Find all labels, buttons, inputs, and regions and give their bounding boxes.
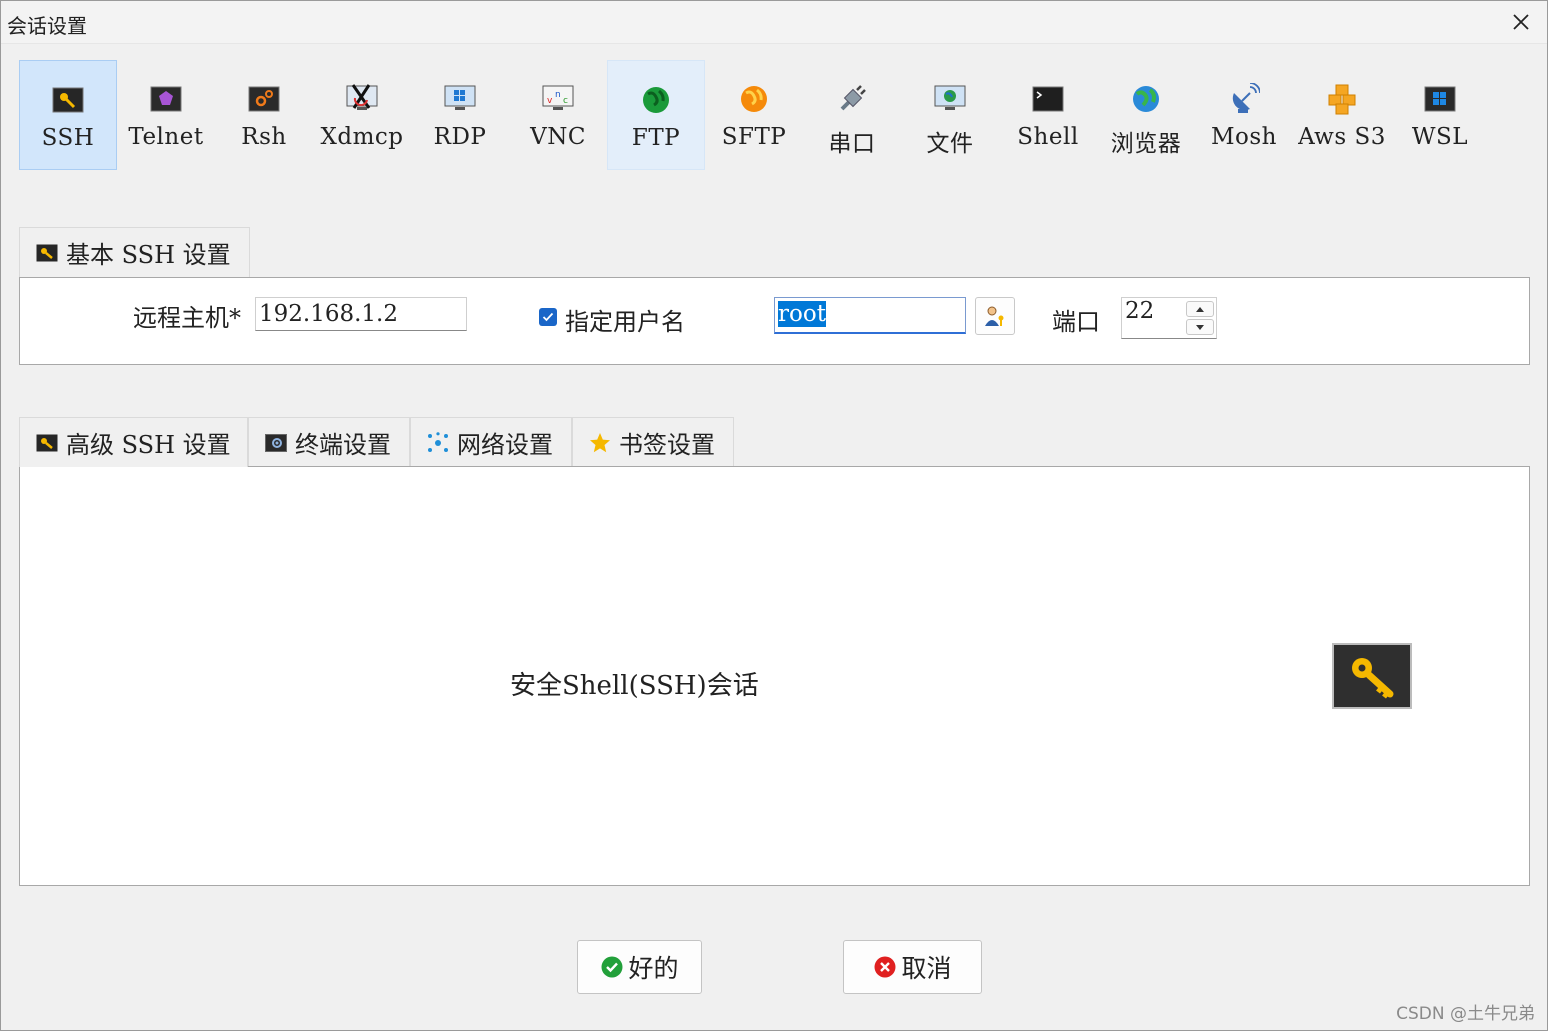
- session-type-label: Mosh: [1210, 124, 1277, 150]
- mosh-satellite-icon: [1227, 82, 1261, 116]
- telnet-icon: [149, 82, 183, 116]
- session-type-ssh[interactable]: SSH: [19, 60, 117, 170]
- session-type-serial[interactable]: 串口: [803, 60, 901, 170]
- window-title: 会话设置: [7, 14, 87, 38]
- specify-username-label: 指定用户名: [565, 308, 685, 336]
- cancel-button-label: 取消: [901, 954, 952, 983]
- session-type-label: 文件: [926, 131, 974, 157]
- basic-settings-panel: 远程主机* 指定用户名 root 端口 22: [19, 277, 1530, 365]
- file-monitor-icon: [933, 82, 967, 116]
- tab-network-settings[interactable]: 网络设置: [410, 417, 572, 467]
- session-type-vnc[interactable]: vnc VNC: [509, 60, 607, 170]
- tab-label: 网络设置: [457, 431, 553, 459]
- ftp-globe-icon: [639, 83, 673, 117]
- session-type-browser[interactable]: 浏览器: [1097, 60, 1195, 170]
- tab-terminal-settings[interactable]: 终端设置: [248, 417, 410, 467]
- close-button[interactable]: [1503, 5, 1539, 39]
- session-settings-dialog: 会话设置 SSH Telnet Rsh Xdmcp RDP v n c VNC …: [0, 0, 1548, 1031]
- tab-label: 终端设置: [295, 431, 391, 459]
- tab-advanced-ssh-settings[interactable]: 高级 SSH 设置: [19, 417, 248, 467]
- cancel-circle-icon: [873, 955, 897, 979]
- session-type-label: Xdmcp: [320, 124, 404, 150]
- session-type-sftp[interactable]: SFTP: [705, 60, 803, 170]
- tab-label: 书签设置: [619, 431, 715, 459]
- check-circle-icon: [600, 955, 624, 979]
- remote-host-input[interactable]: [255, 297, 467, 331]
- session-type-file[interactable]: 文件: [901, 60, 999, 170]
- ssh-key-icon: [36, 432, 58, 454]
- session-type-label: RDP: [433, 124, 487, 150]
- chevron-down-icon: [1196, 324, 1204, 330]
- svg-text:c: c: [563, 96, 568, 106]
- shell-terminal-icon: [1031, 82, 1065, 116]
- session-type-label: Rsh: [241, 124, 287, 150]
- advanced-settings-panel: 安全Shell(SSH)会话: [19, 466, 1530, 886]
- session-type-wsl[interactable]: WSL: [1391, 60, 1489, 170]
- session-type-label: VNC: [530, 124, 586, 150]
- ssh-key-icon: [51, 83, 85, 117]
- rdp-icon: [443, 82, 477, 116]
- session-type-mosh[interactable]: Mosh: [1195, 60, 1293, 170]
- vnc-icon: vnc: [541, 82, 575, 116]
- session-type-label: Telnet: [128, 124, 204, 150]
- terminal-settings-icon: [265, 432, 287, 454]
- session-type-telnet[interactable]: Telnet: [117, 60, 215, 170]
- remote-host-label: 远程主机*: [133, 304, 241, 332]
- user-key-button[interactable]: [975, 297, 1015, 335]
- ssh-key-icon: [36, 242, 58, 264]
- username-value: root: [778, 301, 826, 327]
- checkmark-icon: [542, 312, 554, 322]
- session-type-label: Shell: [1017, 124, 1079, 150]
- tab-basic-ssh-settings[interactable]: 基本 SSH 设置: [19, 227, 250, 277]
- username-input[interactable]: root: [774, 297, 966, 334]
- session-type-xdmcp[interactable]: Xdmcp: [313, 60, 411, 170]
- serial-plug-icon: [835, 82, 869, 116]
- ok-button-label: 好的: [628, 954, 679, 983]
- session-type-rdp[interactable]: RDP: [411, 60, 509, 170]
- user-key-icon: [985, 306, 1004, 326]
- tab-bookmark-settings[interactable]: 书签设置: [572, 417, 734, 467]
- port-increment-button[interactable]: [1186, 301, 1214, 317]
- star-icon: [589, 432, 611, 454]
- svg-text:v: v: [547, 96, 553, 106]
- ok-button[interactable]: 好的: [577, 940, 702, 994]
- svg-text:n: n: [555, 90, 561, 100]
- port-label: 端口: [1052, 308, 1100, 336]
- tab-label: 高级 SSH 设置: [66, 431, 231, 459]
- session-type-rsh[interactable]: Rsh: [215, 60, 313, 170]
- rsh-icon: [247, 82, 281, 116]
- port-spinbox[interactable]: 22: [1121, 297, 1217, 339]
- session-type-label: FTP: [631, 125, 681, 151]
- wsl-windows-icon: [1423, 82, 1457, 116]
- watermark: CSDN @土牛兄弟: [1396, 1004, 1535, 1024]
- close-icon: [1513, 14, 1529, 30]
- session-type-bar: SSH Telnet Rsh Xdmcp RDP v n c VNC FTP S…: [19, 60, 1489, 172]
- session-type-ftp[interactable]: FTP: [607, 60, 705, 170]
- browser-globe-icon: [1129, 82, 1163, 116]
- session-type-label: Aws S3: [1298, 124, 1386, 150]
- session-description: 安全Shell(SSH)会话: [510, 671, 759, 701]
- port-value: 22: [1125, 298, 1155, 324]
- session-type-label: 浏览器: [1110, 131, 1182, 157]
- specify-username-checkbox[interactable]: [539, 308, 557, 326]
- xdmcp-icon: [345, 82, 379, 116]
- session-type-label: SSH: [41, 125, 95, 151]
- network-icon: [427, 431, 449, 454]
- session-type-label: 串口: [828, 131, 876, 157]
- title-bar: 会话设置: [1, 1, 1547, 44]
- session-type-label: WSL: [1411, 124, 1469, 150]
- session-type-shell[interactable]: Shell: [999, 60, 1097, 170]
- chevron-up-icon: [1196, 306, 1204, 312]
- tab-label: 基本 SSH 设置: [66, 241, 231, 269]
- port-decrement-button[interactable]: [1186, 319, 1214, 335]
- sftp-globe-icon: [737, 82, 771, 116]
- key-icon: [1332, 643, 1412, 709]
- cancel-button[interactable]: 取消: [843, 940, 982, 994]
- aws-cubes-icon: [1325, 82, 1359, 116]
- session-type-aws-s3[interactable]: Aws S3: [1293, 60, 1391, 170]
- session-type-label: SFTP: [721, 124, 787, 150]
